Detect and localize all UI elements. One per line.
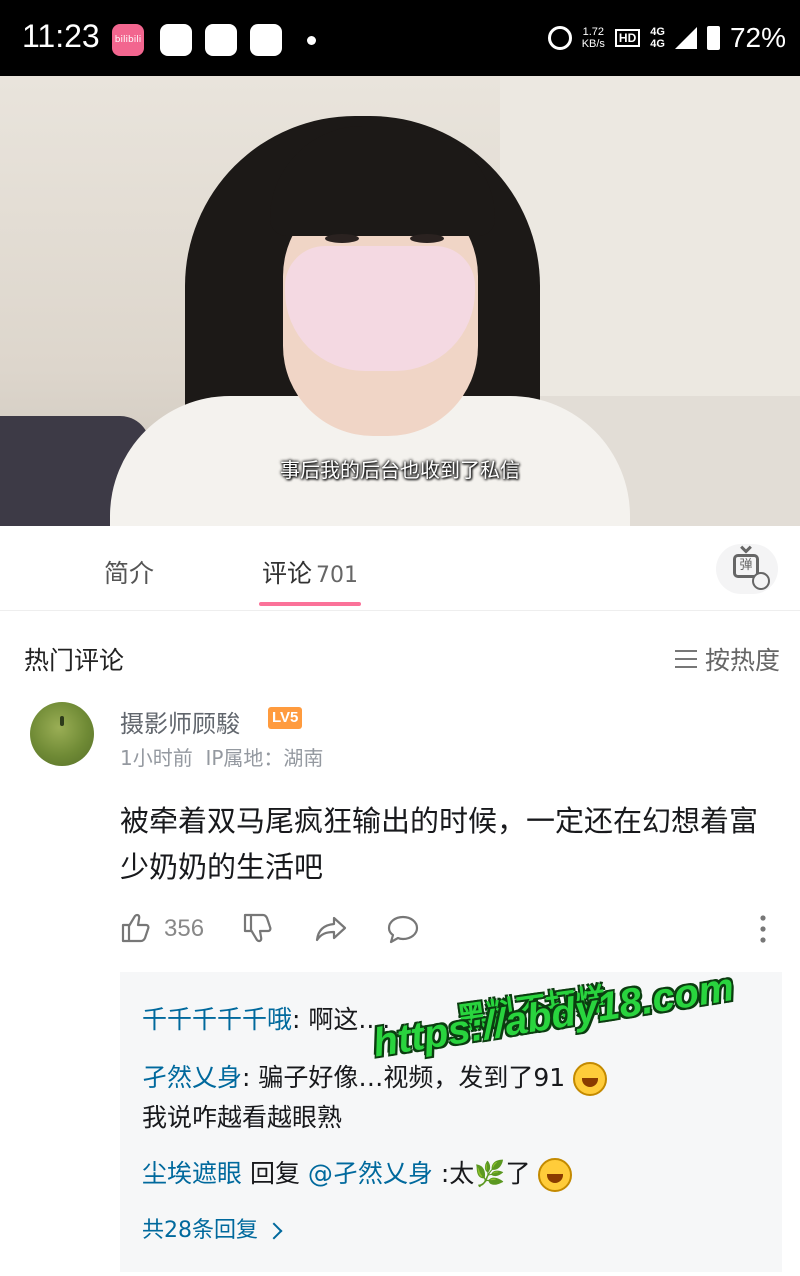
video-person-eye <box>410 234 444 243</box>
reply-text-end: 了 <box>505 1159 531 1188</box>
sort-icon <box>674 650 697 668</box>
reply-icon[interactable] <box>386 914 420 944</box>
user-level-badge: LV5 <box>268 707 303 729</box>
laugh-cry-emoji-icon <box>538 1158 573 1192</box>
tab-intro[interactable]: 简介 <box>104 554 154 590</box>
tab-comments[interactable]: 评论 701 <box>262 554 358 590</box>
danmaku-toggle-button[interactable]: 弹 <box>716 544 778 594</box>
video-person-eye <box>325 234 359 243</box>
share-icon[interactable] <box>314 914 348 944</box>
more-replies-label: 共28条回复 <box>142 1218 258 1243</box>
battery-percent: 72% <box>729 22 786 53</box>
comment-username[interactable]: 摄影师顾駿 <box>120 704 240 739</box>
reply-username[interactable]: 尘埃遮眼 <box>142 1159 242 1188</box>
reply-item[interactable]: 孑然乂身: 骗子好像…视频，发到了91 我说咋越看越眼熟 <box>142 1058 762 1138</box>
laugh-cry-emoji-icon <box>573 1062 608 1096</box>
tab-comments-count: 701 <box>316 563 359 588</box>
video-background-wall <box>500 76 800 406</box>
notification-app-icon <box>160 24 192 56</box>
chevron-right-icon <box>265 1222 283 1240</box>
like-count: 356 <box>164 915 205 942</box>
network-type: 4G 4G <box>650 26 665 50</box>
comment-meta: 1小时前 IP属地：湖南 <box>120 742 323 771</box>
video-player[interactable]: 事后我的后台也收到了私信 <box>0 76 800 526</box>
sort-button[interactable]: 按热度 <box>674 641 780 677</box>
dislike-icon[interactable] <box>242 912 274 944</box>
leaf-emoji-icon: 🌿 <box>474 1159 506 1188</box>
more-options-icon[interactable] <box>758 914 768 944</box>
comment-text: 被牵着双马尾疯狂输出的时候，一定还在幻想着富少奶奶的生活吧 <box>120 804 759 884</box>
view-more-replies-link[interactable]: 共28条回复 <box>142 1212 283 1244</box>
comment-ip-location: IP属地：湖南 <box>205 746 324 770</box>
like-icon[interactable] <box>120 912 152 944</box>
network-speed: 1.72 KB/s <box>581 26 605 50</box>
sort-label: 按热度 <box>704 646 780 675</box>
comment-time: 1小时前 <box>120 746 193 770</box>
danmaku-off-icon <box>752 572 770 590</box>
video-subtitle: 事后我的后台也收到了私信 <box>280 458 520 482</box>
tab-bar: 简介 评论 701 弹 <box>0 526 800 611</box>
reply-word: 回复 <box>242 1159 308 1188</box>
tab-comments-label: 评论 <box>262 559 313 588</box>
reply-text: :太 <box>432 1159 475 1188</box>
notification-app-icon <box>250 24 282 56</box>
clock: 11:23 <box>22 18 100 54</box>
battery-icon <box>706 26 720 50</box>
reply-item[interactable]: 尘埃遮眼 回复 @孑然乂身 :太🌿了 <box>142 1154 762 1194</box>
status-bar: 11:23 bilibili 1.72 KB/s HD 4G 4G 72% <box>0 0 800 76</box>
reply-username[interactable]: 孑然乂身 <box>142 1063 242 1092</box>
reply-username[interactable]: 千千千千千哦 <box>142 1005 292 1034</box>
active-tab-indicator <box>259 602 361 606</box>
notification-app-icon <box>205 24 237 56</box>
more-notifications-dot <box>307 36 316 45</box>
alarm-icon <box>547 26 572 50</box>
reply-text: : 骗子好像…视频，发到了91 <box>242 1063 566 1092</box>
signal-icon <box>674 27 697 49</box>
reply-text-line2: 我说咋越看越眼熟 <box>142 1103 343 1132</box>
mention-link[interactable]: @孑然乂身 <box>308 1159 433 1188</box>
bilibili-app-icon: bilibili <box>112 24 144 56</box>
hd-icon: HD <box>614 29 641 47</box>
avatar[interactable] <box>30 702 94 766</box>
hot-comments-title: 热门评论 <box>24 646 125 675</box>
comment-actions: 356 <box>120 910 780 950</box>
